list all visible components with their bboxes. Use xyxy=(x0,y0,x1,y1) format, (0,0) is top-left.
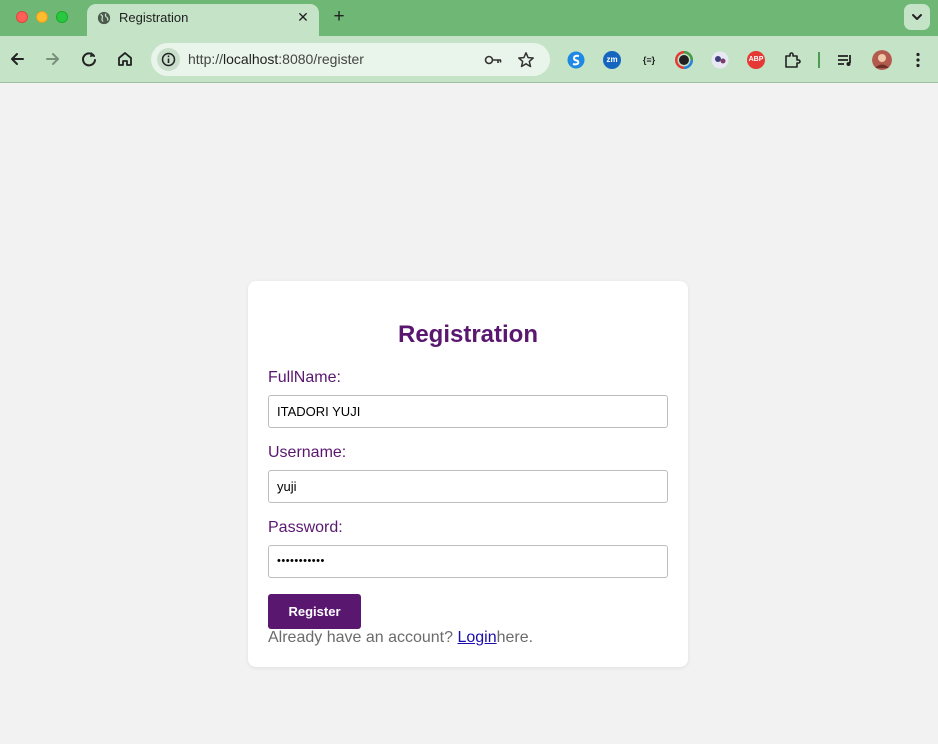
new-tab-button[interactable]: + xyxy=(330,7,348,27)
forward-arrow-icon[interactable] xyxy=(42,48,64,70)
color-picker-extension-icon[interactable] xyxy=(675,51,693,69)
more-options-icon[interactable] xyxy=(909,51,927,69)
window-titlebar: Registration ✕ + xyxy=(0,0,938,36)
window-minimize-button[interactable] xyxy=(36,11,48,23)
password-input[interactable]: ••••••••••• xyxy=(268,545,668,578)
bookmark-star-icon[interactable] xyxy=(517,51,535,69)
blue-s-extension-icon[interactable] xyxy=(567,51,585,69)
globe-icon xyxy=(97,11,111,25)
window-close-button[interactable] xyxy=(16,11,28,23)
address-bar[interactable]: http://localhost:8080/register xyxy=(151,43,550,76)
password-label: Password: xyxy=(268,519,343,536)
login-link[interactable]: Login xyxy=(457,629,496,646)
tab-registration[interactable]: Registration ✕ xyxy=(87,4,319,36)
username-input[interactable]: yuji xyxy=(268,470,668,503)
url-text[interactable]: http://localhost:8080/register xyxy=(188,51,364,67)
login-prompt-prefix: Already have an account? xyxy=(268,629,458,646)
home-icon[interactable] xyxy=(114,48,136,70)
media-queue-icon[interactable] xyxy=(836,51,854,69)
chevron-down-icon xyxy=(912,14,922,20)
reload-icon[interactable] xyxy=(78,48,100,70)
tab-search-button[interactable] xyxy=(904,4,930,30)
toolbar-divider xyxy=(818,52,820,68)
url-host: localhost xyxy=(223,51,279,67)
tab-title: Registration xyxy=(119,10,189,25)
password-key-icon[interactable] xyxy=(484,51,502,69)
login-prompt: Already have an account? Loginhere. xyxy=(268,629,533,647)
info-icon xyxy=(161,52,176,67)
window-maximize-button[interactable] xyxy=(56,11,68,23)
user-avatar-icon[interactable] xyxy=(872,50,892,70)
fullname-label: FullName: xyxy=(268,369,341,386)
site-info-button[interactable] xyxy=(157,48,180,71)
login-prompt-suffix: here. xyxy=(496,629,534,646)
page-title: Registration xyxy=(397,321,538,348)
adblock-extension-icon[interactable]: ABP xyxy=(747,51,765,69)
extensions-puzzle-icon[interactable] xyxy=(783,51,801,69)
json-extension-icon[interactable]: {≡} xyxy=(639,51,659,69)
profile-extension-icon[interactable] xyxy=(711,51,729,69)
registration-card: Registration FullName: ITADORI YUJI User… xyxy=(248,281,688,667)
fullname-input[interactable]: ITADORI YUJI xyxy=(268,395,668,428)
tab-close-icon[interactable]: ✕ xyxy=(295,9,311,25)
register-button[interactable]: Register xyxy=(268,594,361,629)
back-arrow-icon[interactable] xyxy=(6,48,28,70)
url-scheme: http:// xyxy=(188,51,224,67)
zm-extension-icon[interactable]: zm xyxy=(603,51,621,69)
username-label: Username: xyxy=(268,444,347,461)
url-path: :8080/register xyxy=(278,51,364,67)
